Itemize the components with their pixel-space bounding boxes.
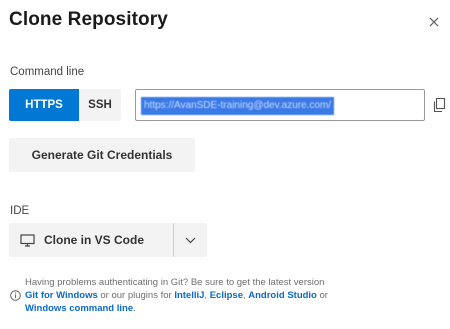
ide-dropdown-button[interactable]: [174, 223, 207, 257]
comma-1: ,: [204, 290, 208, 301]
ide-label: IDE: [10, 205, 30, 217]
clone-in-ide-split-button: Clone in VS Code: [9, 223, 207, 257]
clone-in-vs-code-button[interactable]: Clone in VS Code: [9, 223, 173, 257]
generate-git-credentials-button[interactable]: Generate Git Credentials: [9, 138, 195, 172]
info-icon: [10, 290, 21, 301]
https-button[interactable]: HTTPS: [9, 89, 79, 121]
copy-icon[interactable]: [433, 97, 447, 113]
intellij-link[interactable]: IntelliJ: [174, 290, 204, 301]
clone-in-vs-code-label: Clone in VS Code: [44, 233, 145, 247]
help-text: Having problems authenticating in Git? B…: [10, 276, 440, 315]
clone-url-text: https://AvanSDE-training@dev.azure.com/: [141, 97, 335, 115]
protocol-toggle: HTTPS SSH: [9, 89, 121, 121]
help-line-3: Windows command line.: [10, 302, 440, 315]
period: .: [133, 303, 136, 314]
help-line-2: Git for Windows or our plugins for Intel…: [25, 289, 328, 302]
dialog-title: Clone Repository: [9, 9, 168, 30]
comma-2: ,: [242, 290, 246, 301]
clone-url-field[interactable]: https://AvanSDE-training@dev.azure.com/: [135, 89, 425, 121]
close-icon[interactable]: [426, 14, 442, 30]
help-line-1: Having problems authenticating in Git? B…: [25, 277, 325, 288]
chevron-down-icon: [185, 237, 196, 243]
help-text-or-plugins: or our plugins for: [100, 290, 172, 301]
command-line-label: Command line: [10, 66, 85, 78]
help-text-or: or: [319, 290, 328, 301]
git-for-windows-link[interactable]: Git for Windows: [25, 290, 98, 301]
android-studio-link[interactable]: Android Studio: [248, 290, 317, 301]
clone-repository-dialog: Clone Repository Command line HTTPS SSH …: [0, 0, 450, 329]
monitor-icon: [20, 233, 35, 247]
ssh-button[interactable]: SSH: [79, 89, 121, 121]
eclipse-link[interactable]: Eclipse: [210, 290, 243, 301]
windows-command-line-link[interactable]: Windows command line: [25, 303, 133, 314]
